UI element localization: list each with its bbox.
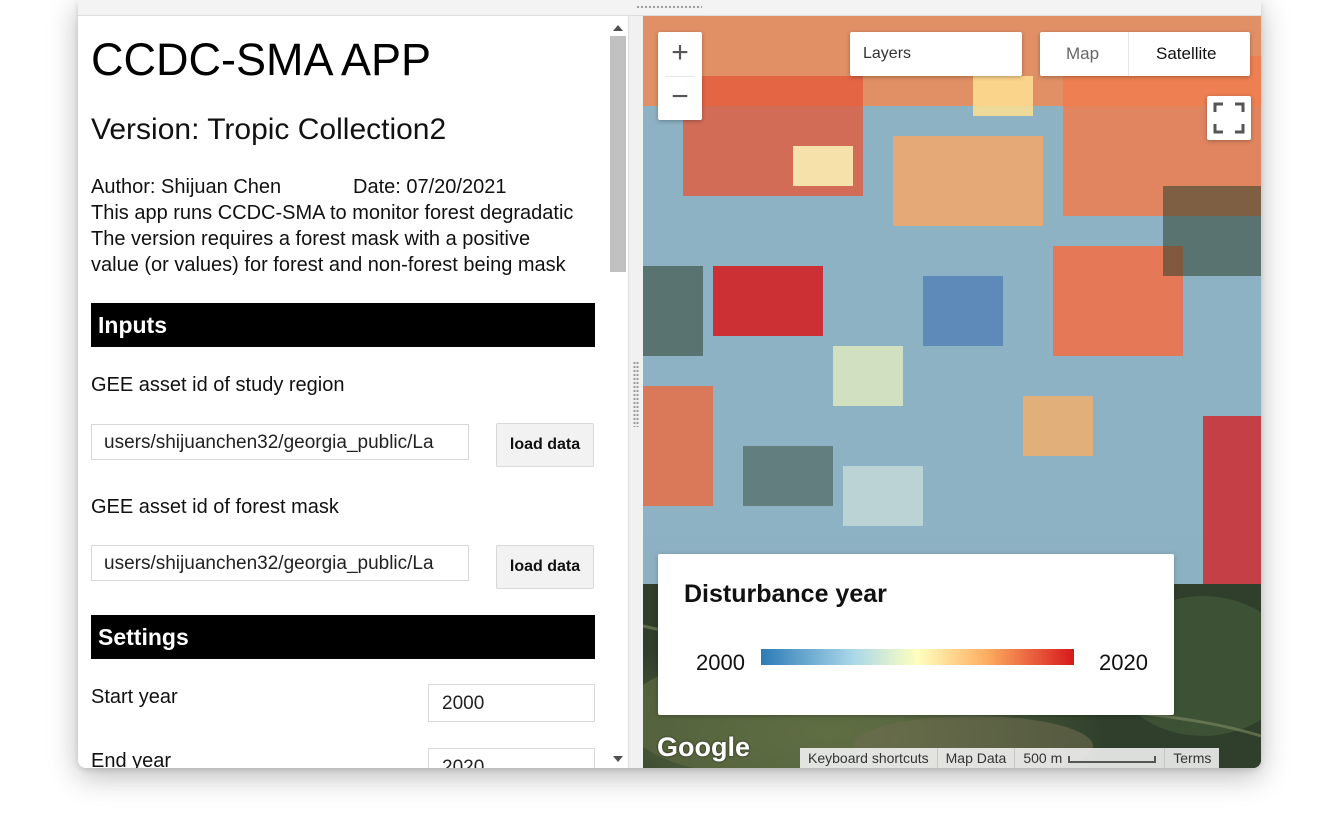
zoom-in-icon[interactable]: + [658, 32, 702, 76]
settings-header: Settings [91, 615, 595, 659]
google-logo: Google [657, 732, 750, 762]
scroll-up-icon[interactable] [613, 25, 623, 31]
layers-dropdown[interactable]: Layers [850, 32, 1022, 76]
study-region-input-value: users/shijuanchen32/georgia_public/La [104, 432, 434, 453]
description-line-2: The version requires a forest mask with … [91, 228, 531, 250]
zoom-control: + − [658, 32, 702, 120]
legend-max-label: 2020 [1099, 650, 1148, 675]
inputs-header-label: Inputs [98, 312, 167, 338]
start-year-input[interactable]: 2000 [428, 684, 595, 722]
layers-dropdown-label: Layers [863, 45, 912, 62]
control-panel: CCDC-SMA APP Version: Tropic Collection2… [78, 16, 628, 768]
forest-mask-input-value: users/shijuanchen32/georgia_public/La [104, 553, 434, 574]
load-study-region-button[interactable]: load data [496, 423, 594, 467]
app-window: CCDC-SMA APP Version: Tropic Collection2… [78, 0, 1261, 768]
study-region-input[interactable]: users/shijuanchen32/georgia_public/La [91, 424, 469, 460]
scale-label: 500 m [1023, 750, 1063, 766]
end-year-input-value: 2020 [442, 757, 485, 768]
panel-splitter[interactable] [628, 16, 643, 768]
start-year-label: Start year [91, 686, 178, 708]
map-type-divider [1128, 32, 1129, 76]
disturbance-legend: Disturbance year 2000 2020 [658, 554, 1174, 715]
description-line-3: value (or values) for forest and non-for… [91, 254, 566, 276]
legend-min-label: 2000 [696, 650, 745, 675]
inputs-header: Inputs [91, 303, 595, 347]
horizontal-grip-icon[interactable] [636, 5, 702, 10]
legend-color-ramp [761, 649, 1074, 665]
vertical-grip-icon[interactable] [633, 361, 639, 427]
start-year-input-value: 2000 [442, 693, 485, 714]
map-type-map-button[interactable]: Map [1066, 44, 1099, 64]
load-forest-mask-button-label: load data [509, 558, 581, 575]
date-label: Date: 07/20/2021 [353, 176, 507, 198]
version-label: Version: Tropic Collection2 [91, 113, 447, 146]
forest-mask-label: GEE asset id of forest mask [91, 496, 339, 518]
scale-control[interactable]: 500 m [1015, 748, 1166, 768]
keyboard-shortcuts-link[interactable]: Keyboard shortcuts [800, 748, 938, 768]
load-forest-mask-button[interactable]: load data [496, 545, 594, 589]
terms-link[interactable]: Terms [1165, 748, 1219, 768]
study-region-label: GEE asset id of study region [91, 374, 345, 396]
scroll-thumb[interactable] [610, 36, 626, 272]
panel-scrollbar[interactable] [608, 16, 628, 768]
settings-header-label: Settings [98, 624, 189, 650]
fullscreen-icon [1213, 102, 1245, 134]
map-data-link[interactable]: Map Data [938, 748, 1016, 768]
map-footer: Keyboard shortcuts Map Data 500 m Terms [800, 748, 1220, 768]
map-view[interactable]: + − Layers Map Satellite Disturbance yea… [643, 16, 1261, 768]
disturbance-layer [643, 16, 1261, 584]
zoom-out-icon[interactable]: − [658, 76, 702, 120]
map-type-control: Map Satellite [1040, 32, 1250, 76]
description-line-1: This app runs CCDC-SMA to monitor forest… [91, 202, 574, 224]
map-type-satellite-button[interactable]: Satellite [1156, 44, 1216, 64]
scroll-down-icon[interactable] [613, 756, 623, 762]
author-label: Author: Shijuan Chen [91, 176, 282, 198]
top-resize-strip[interactable] [78, 0, 1261, 16]
fullscreen-button[interactable] [1207, 96, 1251, 140]
legend-title: Disturbance year [684, 580, 887, 608]
load-study-region-button-label: load data [509, 436, 581, 453]
end-year-label: End year [91, 750, 172, 768]
forest-mask-input[interactable]: users/shijuanchen32/georgia_public/La [91, 545, 469, 581]
scale-bar [1068, 755, 1157, 763]
app-title: CCDC-SMA APP [91, 34, 432, 85]
end-year-input[interactable]: 2020 [428, 748, 595, 768]
